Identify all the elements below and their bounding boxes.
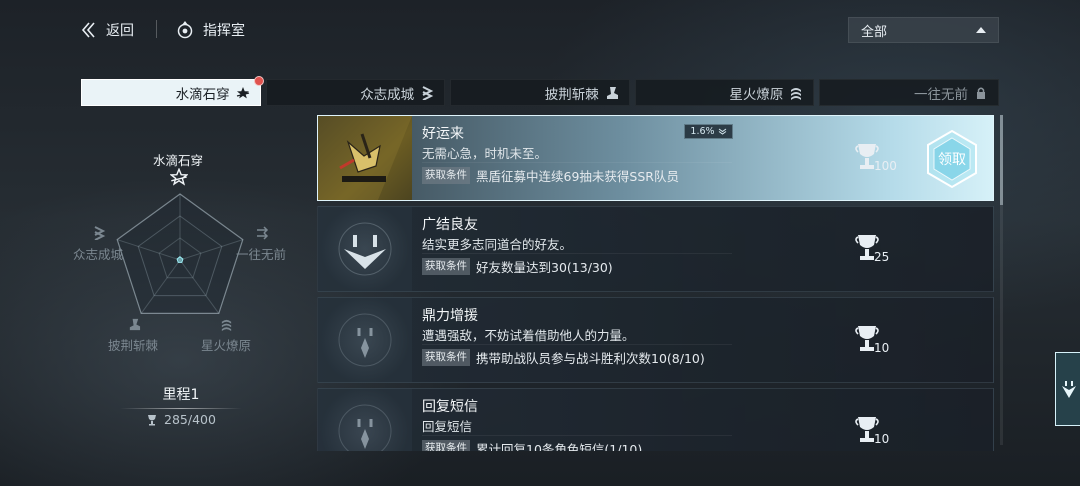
tab-label: 一往无前 bbox=[913, 86, 968, 103]
achievement-title: 广结良友 bbox=[422, 217, 478, 233]
star-badge-icon bbox=[236, 86, 249, 98]
condition-text: 黑盾征募中连续69抽未获得SSR队员 bbox=[476, 169, 679, 184]
achievement-title: 好运来 bbox=[422, 126, 464, 142]
command-room-icon bbox=[177, 21, 193, 39]
condition-tag: 获取条件 bbox=[422, 440, 470, 451]
tab-label: 水滴石穿 bbox=[175, 86, 230, 103]
achievement-title: 回复短信 bbox=[422, 399, 478, 415]
emblem-icon bbox=[338, 313, 392, 367]
achievement-condition: 获取条件 累计回复10条角色短信(1/10) bbox=[422, 439, 642, 451]
radar-chart: 水滴石穿 一往无前 星火燎原 披荆斩棘 众志成城 bbox=[60, 140, 300, 360]
tab-yiwang-wuqian[interactable]: 一往无前 bbox=[819, 79, 999, 106]
notification-dot bbox=[253, 76, 264, 86]
filter-dropdown[interactable]: 全部 bbox=[848, 17, 999, 43]
reward-amount: 100 bbox=[874, 159, 897, 173]
milestone-title: 里程1 bbox=[162, 387, 200, 403]
chevron-down-icon bbox=[718, 128, 726, 135]
tab-label: 星火燎原 bbox=[729, 86, 784, 103]
tab-piji-zhanji[interactable]: 披荆斩棘 bbox=[450, 79, 630, 106]
tab-label: 披荆斩棘 bbox=[544, 86, 599, 103]
chevron-stack-icon bbox=[422, 85, 434, 100]
achievement-description: 无需心急，时机未至。 bbox=[422, 144, 732, 163]
gold-figure-icon bbox=[318, 116, 412, 200]
tab-zhongzhi-chengcheng[interactable]: 众志成城 bbox=[265, 79, 446, 106]
back-button[interactable]: 返回 bbox=[80, 19, 134, 41]
claim-button[interactable]: 领取 bbox=[922, 129, 982, 189]
radar-axis-label-bottom-left: 披荆斩棘 bbox=[108, 338, 159, 353]
reward: 10 bbox=[848, 324, 908, 364]
emblem-icon bbox=[338, 222, 392, 276]
claim-label: 领取 bbox=[938, 152, 966, 168]
tab-label: 众志成城 bbox=[360, 86, 415, 103]
top-bar: 返回 指挥室 全部 bbox=[0, 0, 1080, 60]
condition-text: 累计回复10条角色短信(1/10) bbox=[476, 442, 643, 451]
chevron-stack-icon bbox=[94, 226, 106, 240]
category-tabs: 水滴石穿 众志成城 披荆斩棘 星火燎原 一往无前 bbox=[81, 76, 999, 106]
list-scrollbar[interactable] bbox=[1000, 115, 1003, 445]
wave-stack-icon bbox=[221, 319, 232, 331]
radar-axis-label-bottom-right: 星火燎原 bbox=[201, 338, 252, 353]
double-chevron-left-icon bbox=[81, 22, 95, 38]
tab-shuidi-shichuan[interactable]: 水滴石穿 bbox=[81, 76, 264, 106]
radar-axis-label-top: 水滴石穿 bbox=[153, 153, 204, 168]
star-badge-icon bbox=[170, 168, 188, 186]
milestone-panel: 里程1 285/400 bbox=[120, 384, 242, 427]
milestone-progress: 285/400 bbox=[120, 412, 242, 427]
radar-axis-label-left: 众志成城 bbox=[73, 247, 124, 262]
rarity-badge: 1.6% bbox=[684, 124, 733, 139]
scrollbar-thumb[interactable] bbox=[1000, 115, 1003, 205]
back-label: 返回 bbox=[106, 23, 134, 39]
lock-icon bbox=[976, 87, 985, 99]
radar-axis-label-right: 一往无前 bbox=[236, 247, 287, 262]
list-item[interactable]: 广结良友 结实更多志同道合的好友。 获取条件 好友数量达到30(13/30) 2… bbox=[317, 206, 994, 292]
header-divider bbox=[156, 20, 157, 38]
reward: 100 bbox=[848, 142, 908, 182]
list-item[interactable]: 好运来 1.6% 无需心急，时机未至。 获取条件 黑盾征募中连续69抽未获得SS… bbox=[317, 115, 994, 201]
condition-text: 好友数量达到30(13/30) bbox=[476, 260, 613, 275]
boot-icon bbox=[129, 318, 141, 331]
condition-text: 携带助战队员参与战斗胜利次数10(8/10) bbox=[476, 351, 705, 366]
achievement-description: 遭遇强敌，不妨试着借助他人的力量。 bbox=[422, 326, 732, 345]
achievement-condition: 获取条件 携带助战队员参与战斗胜利次数10(8/10) bbox=[422, 348, 705, 367]
reward: 10 bbox=[848, 415, 908, 451]
reward-amount: 10 bbox=[874, 432, 890, 446]
caret-up-icon bbox=[976, 27, 986, 33]
condition-tag: 获取条件 bbox=[422, 167, 470, 184]
achievement-condition: 获取条件 好友数量达到30(13/30) bbox=[422, 257, 613, 276]
trophy-icon bbox=[148, 414, 157, 425]
condition-tag: 获取条件 bbox=[422, 349, 470, 366]
breadcrumb: 指挥室 bbox=[175, 19, 245, 41]
milestone-divider bbox=[120, 408, 242, 409]
condition-tag: 获取条件 bbox=[422, 258, 470, 275]
achievement-thumbnail bbox=[318, 389, 412, 451]
achievement-list[interactable]: 好运来 1.6% 无需心急，时机未至。 获取条件 黑盾征募中连续69抽未获得SS… bbox=[317, 115, 994, 451]
achievement-thumbnail bbox=[318, 298, 412, 382]
arrows-icon bbox=[257, 226, 269, 240]
achievement-description: 回复短信 bbox=[422, 417, 732, 436]
tab-xinghuo-liaoyuan[interactable]: 星火燎原 bbox=[634, 79, 815, 106]
achievement-thumbnail bbox=[318, 207, 412, 291]
milestone-progress-value: 285/400 bbox=[164, 412, 216, 427]
wave-stack-icon bbox=[791, 87, 802, 100]
boot-icon bbox=[606, 86, 618, 99]
achievement-thumbnail bbox=[318, 116, 412, 200]
achievement-title: 鼎力增援 bbox=[422, 308, 478, 324]
side-panel-button[interactable] bbox=[1055, 352, 1080, 426]
achievement-condition: 获取条件 黑盾征募中连续69抽未获得SSR队员 bbox=[422, 166, 679, 185]
emblem-icon bbox=[1062, 381, 1076, 398]
emblem-icon bbox=[338, 404, 392, 451]
reward: 25 bbox=[848, 233, 908, 273]
section-title: 指挥室 bbox=[203, 23, 245, 39]
list-item[interactable]: 回复短信 回复短信 获取条件 累计回复10条角色短信(1/10) 10 bbox=[317, 388, 994, 451]
filter-selected-value: 全部 bbox=[861, 24, 888, 40]
rarity-value: 1.6% bbox=[690, 126, 715, 137]
reward-amount: 10 bbox=[874, 341, 890, 355]
achievement-description: 结实更多志同道合的好友。 bbox=[422, 235, 732, 254]
reward-amount: 25 bbox=[874, 250, 890, 264]
list-item[interactable]: 鼎力增援 遭遇强敌，不妨试着借助他人的力量。 获取条件 携带助战队员参与战斗胜利… bbox=[317, 297, 994, 383]
